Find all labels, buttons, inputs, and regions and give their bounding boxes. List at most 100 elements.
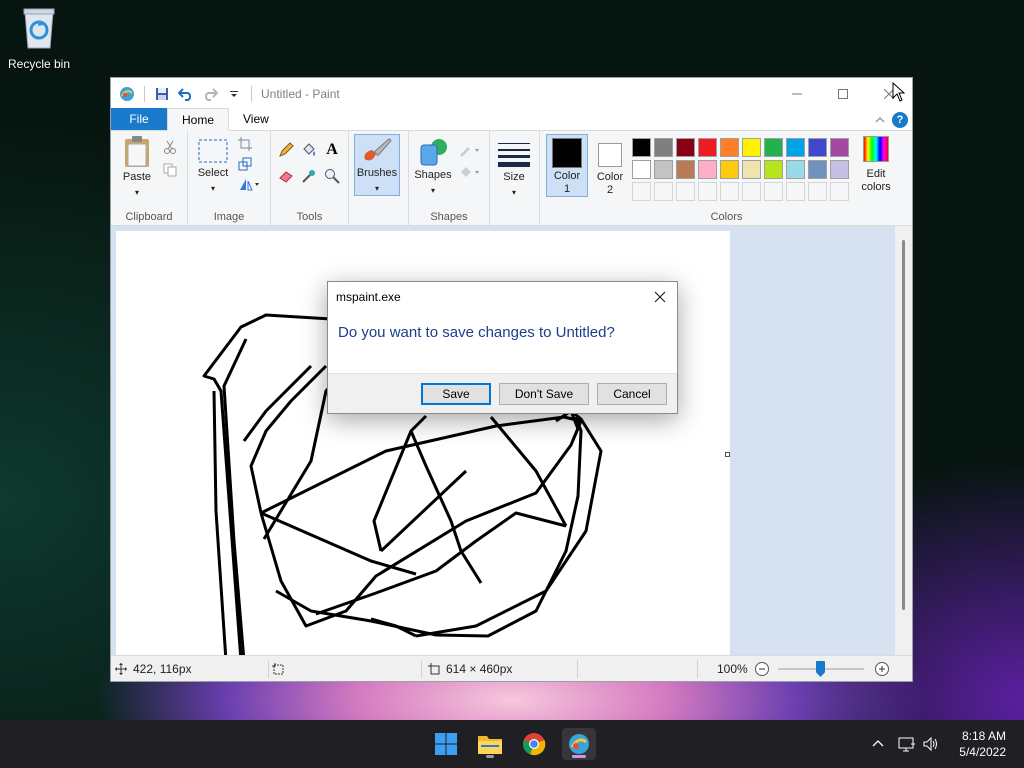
ribbon-tabs: File Home View ?	[111, 108, 912, 131]
cursor-position-text: 422, 116px	[133, 661, 192, 676]
undo-icon[interactable]	[176, 84, 196, 104]
palette-swatch[interactable]	[676, 138, 695, 157]
recycle-bin-shortcut[interactable]: Recycle bin	[4, 6, 74, 71]
magnifier-icon[interactable]	[323, 167, 341, 185]
show-hidden-icons-icon[interactable]	[870, 736, 886, 752]
palette-swatch[interactable]	[830, 160, 849, 179]
selection-size-cell	[272, 656, 284, 681]
system-clock[interactable]: 8:18 AM 5/4/2022	[959, 728, 1006, 760]
palette-swatch[interactable]	[698, 160, 717, 179]
color1-button[interactable]: Color 1	[546, 134, 588, 197]
save-icon[interactable]	[152, 84, 172, 104]
volume-icon[interactable]	[922, 736, 940, 752]
chrome-taskbar-button[interactable]	[518, 728, 550, 760]
help-icon[interactable]: ?	[892, 112, 908, 128]
paint-taskbar-button[interactable]	[562, 728, 596, 760]
palette-swatch[interactable]	[720, 160, 739, 179]
clipboard-group: Paste ▾ Clipboard	[111, 131, 188, 226]
select-button[interactable]: Select ▾	[193, 137, 233, 195]
size-button[interactable]: Size ▾	[495, 141, 533, 199]
tab-file[interactable]: File	[111, 108, 167, 130]
zoom-out-icon[interactable]	[754, 661, 770, 677]
palette-swatch[interactable]	[830, 138, 849, 157]
custom-color-slot[interactable]	[720, 182, 739, 201]
palette-swatch[interactable]	[632, 160, 651, 179]
text-icon[interactable]: A	[323, 141, 341, 159]
cursor-position-cell: 422, 116px	[115, 656, 192, 681]
start-button[interactable]	[430, 728, 462, 760]
custom-color-slot[interactable]	[808, 182, 827, 201]
palette-swatch[interactable]	[632, 138, 651, 157]
image-group-label: Image	[213, 211, 245, 223]
fill-shape-icon[interactable]	[457, 163, 483, 181]
palette-swatch[interactable]	[808, 160, 827, 179]
palette-swatch[interactable]	[764, 138, 783, 157]
shapes-button[interactable]: Shapes ▾	[413, 137, 453, 197]
resize-icon[interactable]	[236, 155, 254, 173]
eraser-icon[interactable]	[277, 167, 295, 185]
tools-group: A Tools	[271, 131, 349, 226]
network-icon[interactable]	[898, 736, 916, 752]
title-bar: Untitled - Paint	[111, 78, 912, 109]
custom-color-slot[interactable]	[830, 182, 849, 201]
size-label: Size	[503, 171, 525, 183]
paste-button[interactable]: Paste ▾	[117, 135, 157, 199]
palette-swatch[interactable]	[654, 138, 673, 157]
zoom-slider-thumb[interactable]	[816, 661, 825, 677]
palette-swatch[interactable]	[742, 160, 761, 179]
scrollbar-thumb[interactable]	[902, 240, 905, 610]
cancel-button[interactable]: Cancel	[597, 383, 667, 405]
color2-button[interactable]: Color 2	[590, 134, 630, 197]
color-picker-icon[interactable]	[300, 167, 318, 185]
palette-swatch[interactable]	[698, 138, 717, 157]
custom-color-slot[interactable]	[786, 182, 805, 201]
outline-icon[interactable]	[457, 141, 483, 159]
crop-icon[interactable]	[236, 135, 254, 153]
fill-icon[interactable]	[300, 141, 318, 159]
zoom-in-icon[interactable]	[874, 661, 890, 677]
palette-swatch[interactable]	[676, 160, 695, 179]
customize-quick-access-icon[interactable]	[224, 84, 244, 104]
tab-home[interactable]: Home	[167, 108, 230, 131]
maximize-button[interactable]	[820, 78, 866, 109]
custom-color-slot[interactable]	[764, 182, 783, 201]
select-icon	[198, 139, 228, 163]
vertical-scrollbar[interactable]	[895, 226, 912, 656]
collapse-ribbon-icon[interactable]	[874, 115, 886, 125]
chrome-icon	[522, 733, 546, 756]
pencil-icon[interactable]	[277, 141, 295, 159]
edit-colors-button[interactable]: Edit colors	[854, 134, 898, 194]
palette-swatch[interactable]	[742, 138, 761, 157]
redo-icon[interactable]	[200, 84, 220, 104]
canvas-resize-handle[interactable]	[725, 452, 730, 457]
select-label: Select	[197, 167, 229, 179]
color1-swatch	[552, 138, 582, 168]
custom-color-slot[interactable]	[654, 182, 673, 201]
edit-colors-icon	[863, 136, 889, 162]
image-size-icon	[428, 662, 440, 674]
palette-swatch[interactable]	[786, 160, 805, 179]
copy-icon[interactable]	[161, 161, 179, 179]
dont-save-button[interactable]: Don't Save	[499, 383, 589, 405]
brushes-button[interactable]: Brushes ▾	[354, 134, 400, 196]
palette-swatch[interactable]	[654, 160, 673, 179]
palette-swatch[interactable]	[786, 138, 805, 157]
rotate-icon[interactable]	[236, 175, 262, 193]
custom-color-slot[interactable]	[676, 182, 695, 201]
custom-color-slot[interactable]	[632, 182, 651, 201]
color1-label-line2: 1	[563, 183, 571, 195]
cut-icon[interactable]	[161, 138, 179, 156]
custom-color-slot[interactable]	[742, 182, 761, 201]
shapes-icon	[420, 139, 447, 166]
minimize-button[interactable]	[774, 78, 820, 109]
tab-view[interactable]: View	[229, 108, 283, 130]
palette-swatch[interactable]	[720, 138, 739, 157]
custom-color-slot[interactable]	[698, 182, 717, 201]
palette-swatch[interactable]	[808, 138, 827, 157]
zoom-level-text: 100%	[717, 661, 748, 676]
dialog-close-icon[interactable]	[649, 286, 671, 308]
paint-app-icon[interactable]	[117, 84, 137, 104]
save-button[interactable]: Save	[421, 383, 491, 405]
file-explorer-taskbar-button[interactable]	[474, 728, 506, 760]
palette-swatch[interactable]	[764, 160, 783, 179]
